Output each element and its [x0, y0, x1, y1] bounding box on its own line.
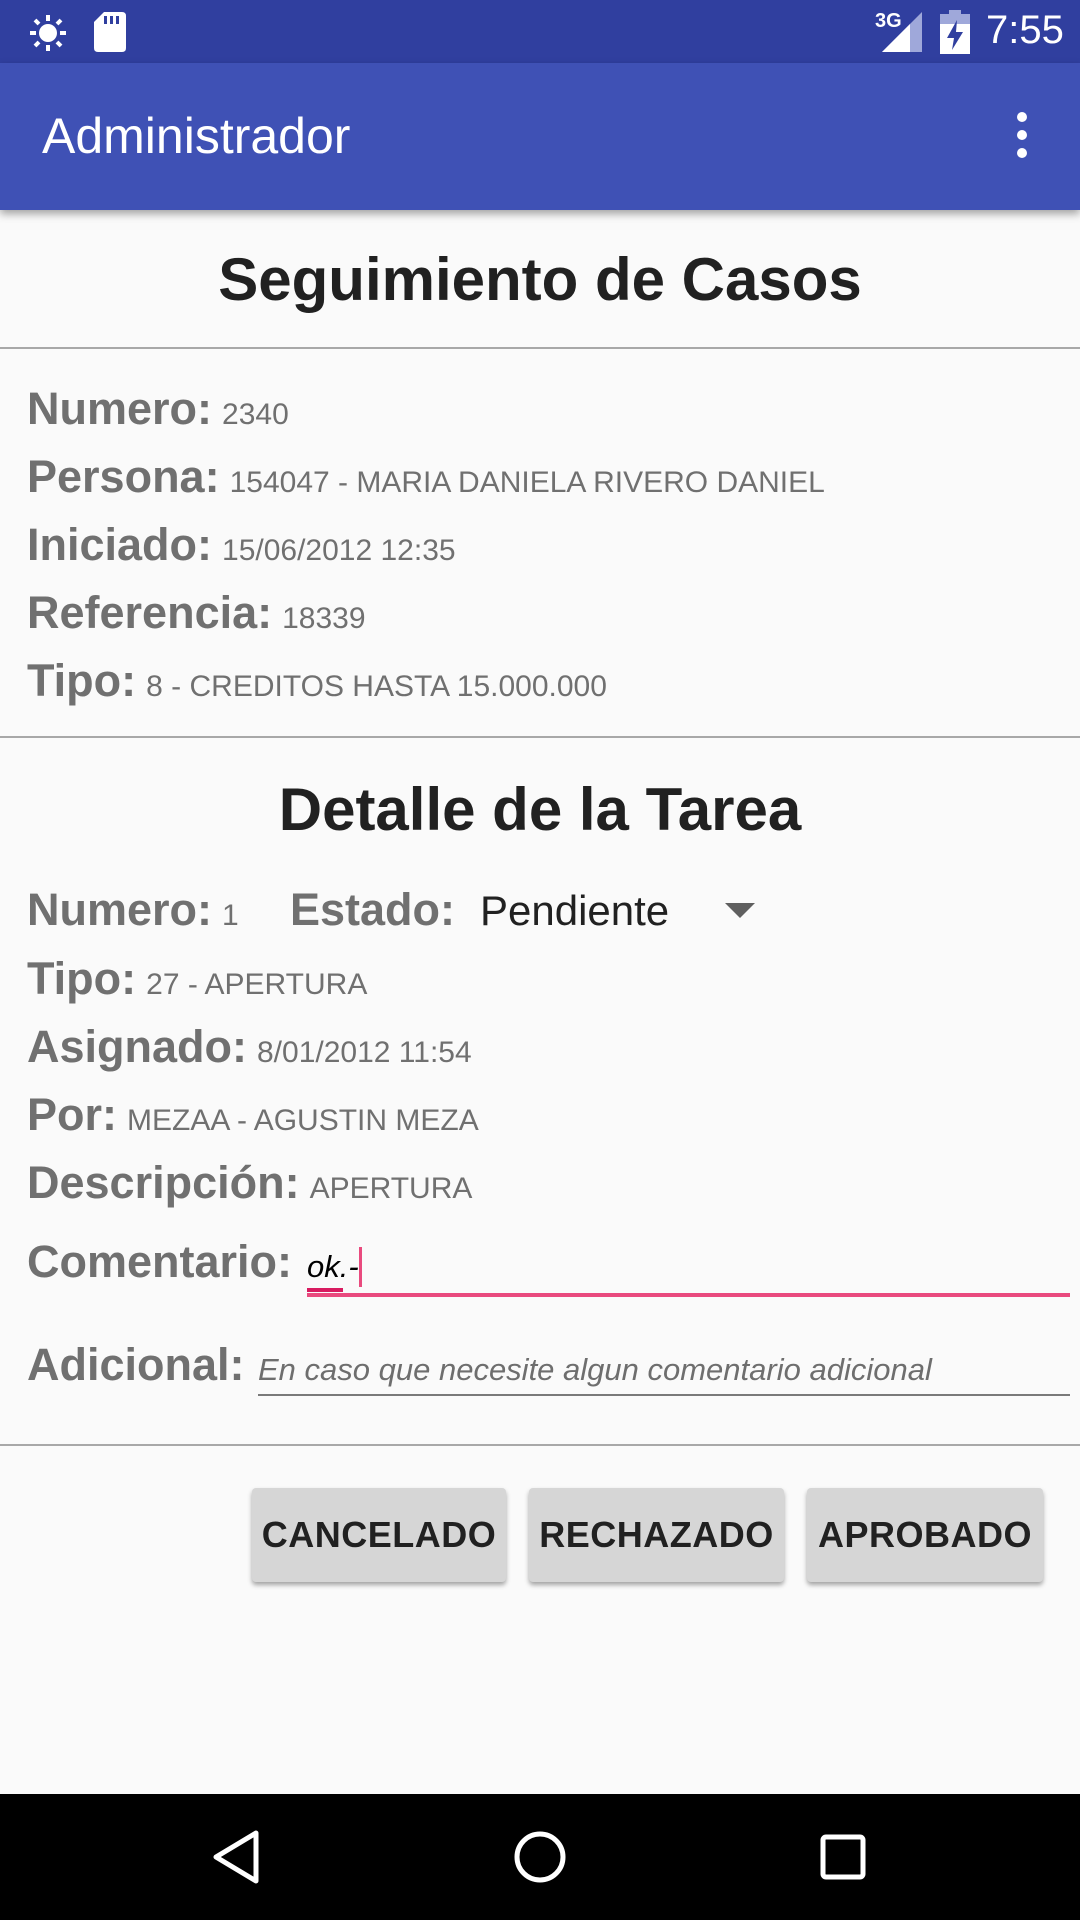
home-icon[interactable]: [510, 1827, 570, 1887]
field-label: Iniciado:: [27, 519, 213, 570]
field-value: 8/01/2012 11:54: [257, 1036, 472, 1069]
navigation-bar: [0, 1794, 1080, 1920]
task-field-descripcion: Descripción: APERTURA: [27, 1157, 472, 1209]
adicional-input[interactable]: En caso que necesite algun comentario ad…: [258, 1340, 1070, 1396]
dropdown-arrow-icon[interactable]: [725, 903, 755, 921]
signal-icon: [882, 12, 922, 52]
brightness-icon: [30, 15, 66, 51]
field-label: Descripción:: [27, 1157, 300, 1208]
status-bar: 3G 7:55: [0, 0, 1080, 63]
task-field-tipo: Tipo: 27 - APERTURA: [27, 953, 367, 1005]
field-label: Numero:: [27, 383, 213, 434]
task-field-por: Por: MEZAA - AGUSTIN MEZA: [27, 1089, 479, 1141]
text-cursor: [359, 1247, 362, 1287]
back-icon[interactable]: [208, 1827, 268, 1887]
divider: [0, 347, 1080, 349]
field-label: Persona:: [27, 451, 220, 502]
field-label: Asignado:: [27, 1021, 247, 1072]
field-value: 15/06/2012 12:35: [222, 534, 456, 567]
case-field-persona: Persona: 154047 - MARIA DANIELA RIVERO DA…: [27, 451, 825, 503]
task-field-numero: Numero: 1: [27, 884, 239, 936]
spellcheck-underline: [307, 1288, 343, 1292]
comentario-text: ok.-: [307, 1249, 359, 1284]
comentario-row: Comentario:: [27, 1236, 292, 1288]
field-value: 27 - APERTURA: [146, 968, 368, 1001]
rechazado-button[interactable]: RECHAZADO: [529, 1488, 784, 1582]
task-heading: Detalle de la Tarea: [278, 776, 802, 843]
app-title: Administrador: [42, 108, 351, 164]
field-label: Referencia:: [27, 587, 273, 638]
app-bar: Administrador: [0, 63, 1080, 210]
field-value: MEZAA - AGUSTIN MEZA: [127, 1104, 479, 1137]
field-label: Tipo:: [27, 655, 137, 706]
field-value: 8 - CREDITOS HASTA 15.000.000: [146, 670, 607, 703]
adicional-row: Adicional:: [27, 1339, 245, 1391]
case-heading: Seguimiento de Casos: [218, 246, 862, 313]
divider: [0, 736, 1080, 738]
case-field-iniciado: Iniciado: 15/06/2012 12:35: [27, 519, 456, 571]
field-label: Numero:: [27, 884, 213, 935]
case-field-tipo: Tipo: 8 - CREDITOS HASTA 15.000.000: [27, 655, 607, 707]
field-value: 2340: [222, 398, 289, 431]
case-field-numero: Numero: 2340: [27, 383, 289, 435]
clock: 7:55: [986, 8, 1064, 52]
field-value: 18339: [282, 602, 366, 635]
more-vert-icon[interactable]: [1000, 103, 1044, 167]
recents-icon[interactable]: [813, 1827, 873, 1887]
adicional-placeholder: En caso que necesite algun comentario ad…: [258, 1352, 932, 1387]
comentario-input[interactable]: ok.-: [307, 1237, 1070, 1297]
aprobado-button[interactable]: APROBADO: [807, 1488, 1043, 1582]
battery-charging-icon: [940, 10, 970, 54]
comentario-label: Comentario:: [27, 1236, 293, 1287]
field-label: Por:: [27, 1089, 117, 1140]
case-field-referencia: Referencia: 18339: [27, 587, 366, 639]
field-value: 1: [222, 899, 239, 932]
field-value: 154047 - MARIA DANIELA RIVERO DANIEL: [229, 466, 825, 499]
field-value: APERTURA: [309, 1172, 473, 1205]
task-field-asignado: Asignado: 8/01/2012 11:54: [27, 1021, 472, 1073]
cancelado-button[interactable]: CANCELADO: [252, 1488, 506, 1582]
field-label: Tipo:: [27, 953, 137, 1004]
sd-card-icon: [94, 12, 126, 52]
adicional-label: Adicional:: [27, 1339, 245, 1390]
estado-dropdown[interactable]: Pendiente: [480, 887, 669, 935]
divider: [0, 1444, 1080, 1446]
estado-label: Estado:: [290, 884, 456, 935]
